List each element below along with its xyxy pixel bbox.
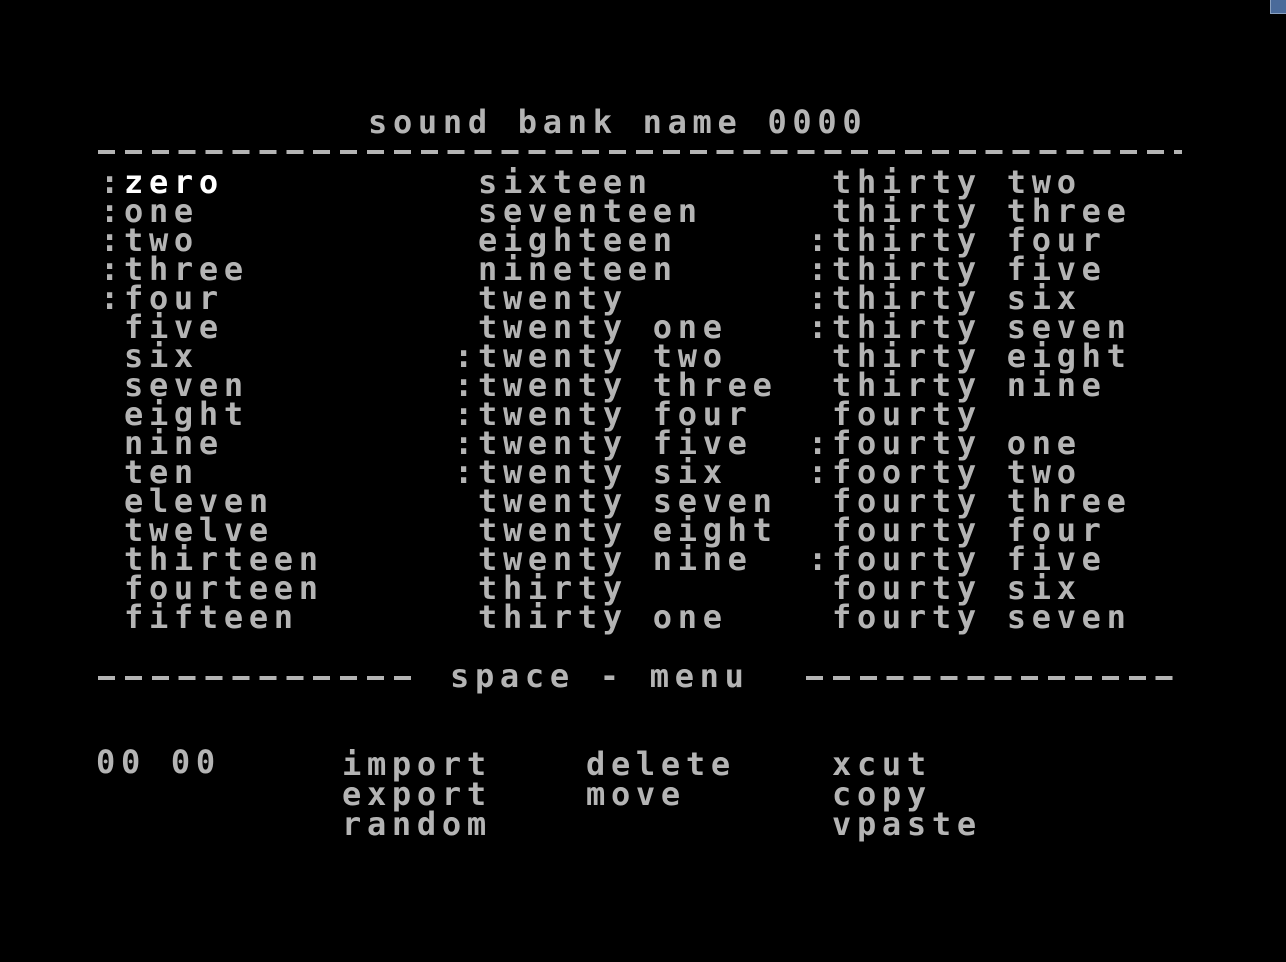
emulator-screen: sound bank name 0000 : zero: one: two: three… bbox=[0, 0, 1286, 962]
slot-used-marker: : bbox=[808, 308, 833, 346]
bank-title: sound bank name 0000 bbox=[368, 103, 868, 141]
position-counter: 00 00 bbox=[96, 743, 221, 781]
menu-random[interactable]: random bbox=[342, 808, 492, 840]
slot-name: thirty one bbox=[478, 598, 728, 636]
menu-hint: space - menu bbox=[450, 657, 750, 695]
menu-vpaste[interactable]: vpaste bbox=[832, 808, 982, 840]
slot-name: fifteen bbox=[124, 598, 299, 636]
footer-divider-right bbox=[806, 676, 1182, 680]
slot-used-marker: : bbox=[454, 453, 479, 491]
slot-used-marker: : bbox=[100, 279, 125, 317]
slot-used-marker: : bbox=[808, 453, 833, 491]
menu-move[interactable]: move bbox=[586, 778, 686, 810]
slot-used-marker: : bbox=[808, 540, 833, 578]
title-divider bbox=[98, 150, 1182, 154]
window-corner-button[interactable] bbox=[1270, 0, 1286, 14]
slot-name: fourty seven bbox=[832, 598, 1132, 636]
footer-divider-left bbox=[98, 676, 420, 680]
